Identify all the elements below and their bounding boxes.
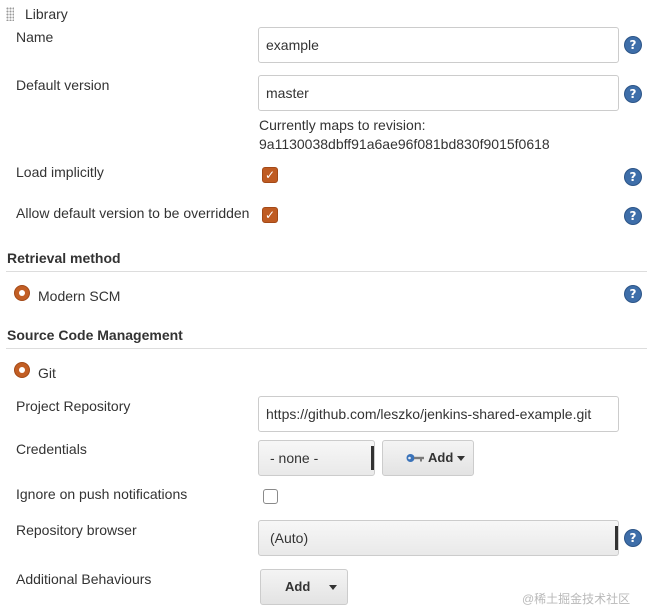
git-radio[interactable] [14, 362, 30, 378]
load-implicitly-label: Load implicitly [16, 164, 104, 180]
help-icon[interactable]: ? [625, 208, 641, 224]
load-implicitly-checkbox[interactable]: ✓ [262, 167, 278, 183]
dropdown-caret-icon [371, 446, 374, 470]
section-divider [6, 348, 647, 349]
repository-browser-label: Repository browser [16, 522, 137, 538]
project-repository-label: Project Repository [16, 398, 131, 414]
credentials-add-button[interactable]: Add [382, 440, 474, 476]
additional-behaviours-add-button[interactable]: Add [260, 569, 348, 605]
credentials-label: Credentials [16, 441, 87, 457]
help-icon[interactable]: ? [625, 37, 641, 53]
revision-hash: 9a1130038dbff91a6ae96f081bd830f9015f0618 [259, 136, 550, 152]
drag-handle-icon[interactable] [6, 7, 14, 21]
dropdown-caret-icon [615, 526, 618, 550]
credentials-select[interactable]: - none - [258, 440, 375, 476]
watermark: @稀土掘金技术社区 [522, 592, 631, 606]
allow-override-label: Allow default version to be overridden [16, 205, 250, 221]
library-header: Library [25, 6, 68, 22]
section-divider [6, 271, 647, 272]
ignore-push-checkbox[interactable] [263, 489, 278, 504]
key-icon [406, 454, 424, 462]
help-icon[interactable]: ? [625, 286, 641, 302]
credentials-add-label: Add [428, 450, 454, 465]
dropdown-arrow-icon [329, 585, 337, 590]
help-icon[interactable]: ? [625, 169, 641, 185]
ignore-push-label: Ignore on push notifications [16, 486, 188, 502]
scm-section-title: Source Code Management [7, 327, 183, 343]
revision-caption: Currently maps to revision: [259, 117, 426, 133]
git-label: Git [38, 365, 56, 381]
retrieval-method-title: Retrieval method [7, 250, 121, 266]
help-icon[interactable]: ? [625, 530, 641, 546]
repository-browser-selected: (Auto) [270, 530, 309, 546]
default-version-label: Default version [16, 77, 110, 93]
repository-browser-select[interactable]: (Auto) [258, 520, 619, 556]
name-input[interactable]: example [258, 27, 619, 63]
additional-behaviours-label: Additional Behaviours [16, 571, 152, 587]
additional-behaviours-add-label: Add [285, 579, 311, 594]
modern-scm-label: Modern SCM [38, 288, 121, 304]
default-version-input[interactable]: master [258, 75, 619, 111]
modern-scm-radio[interactable] [14, 285, 30, 301]
project-repository-input[interactable]: https://github.com/leszko/jenkins-shared… [258, 396, 619, 432]
name-label: Name [16, 29, 54, 45]
dropdown-arrow-icon [457, 456, 465, 461]
credentials-selected: - none - [270, 450, 319, 466]
help-icon[interactable]: ? [625, 86, 641, 102]
allow-override-checkbox[interactable]: ✓ [262, 207, 278, 223]
